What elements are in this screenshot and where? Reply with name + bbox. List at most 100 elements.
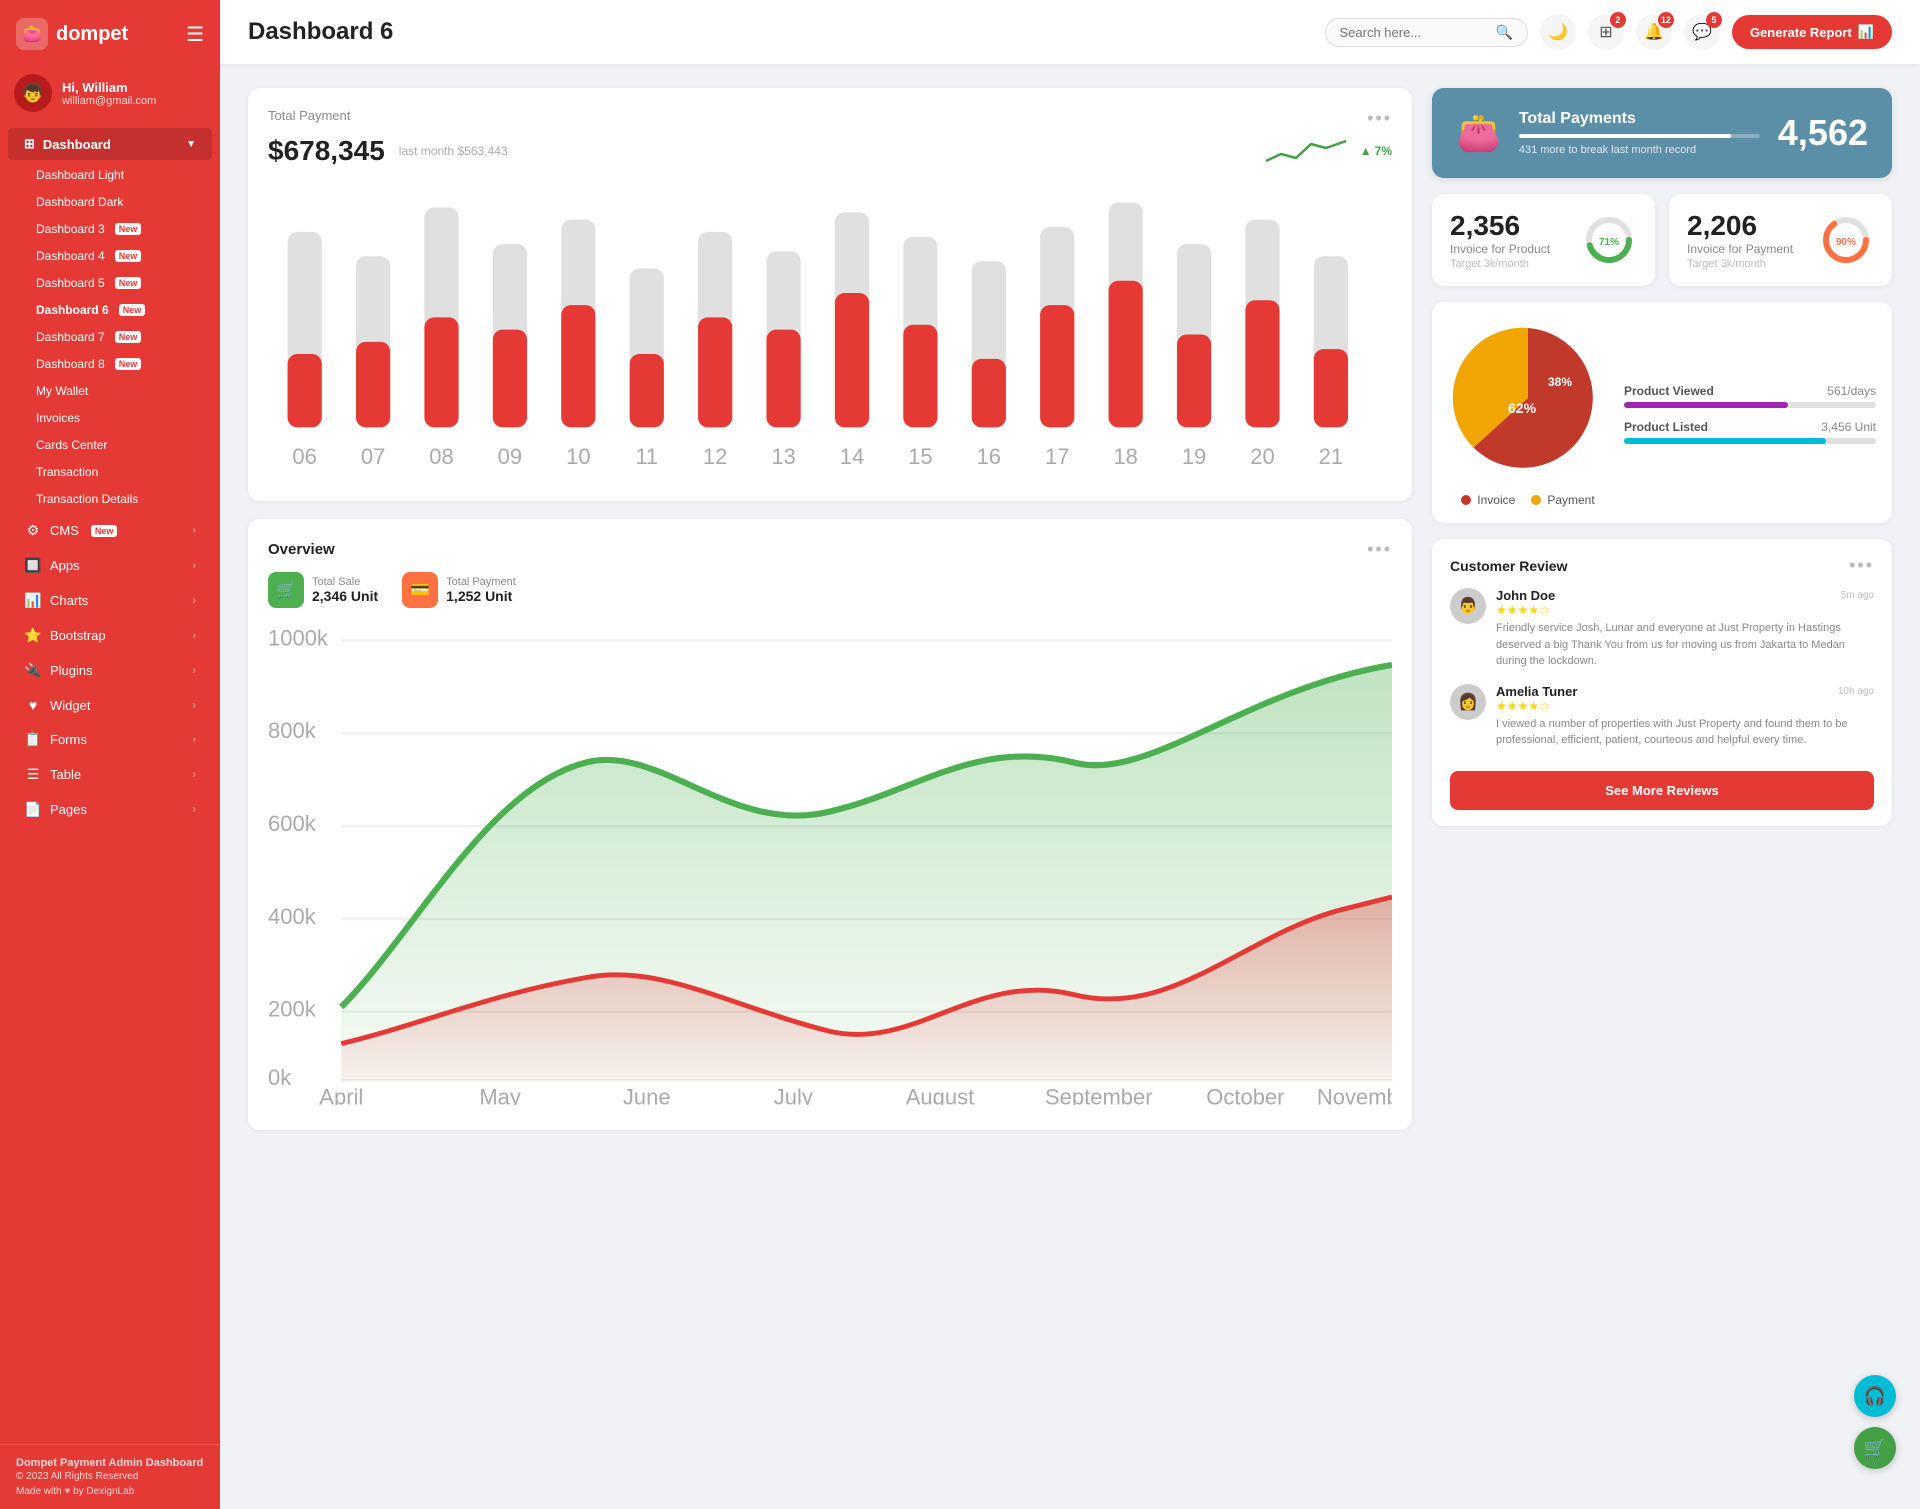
sidebar-item-table[interactable]: ☰ Table ›: [8, 758, 212, 791]
sidebar-item-dashboard-6[interactable]: Dashboard 6 New: [8, 297, 212, 323]
overview-header: Overview •••: [268, 539, 1392, 560]
avatar: 👦: [14, 74, 52, 112]
see-more-reviews-button[interactable]: See More Reviews: [1450, 771, 1874, 810]
trend-badge: ▲ 7%: [1360, 144, 1392, 158]
more-options-button[interactable]: •••: [1367, 108, 1392, 129]
sidebar-item-apps[interactable]: 🔲 Apps ›: [8, 549, 212, 582]
support-fab-button[interactable]: 🎧: [1854, 1375, 1896, 1417]
invoice-payment-donut: 90%: [1818, 212, 1874, 268]
reviewer-2-avatar: 👩: [1450, 684, 1486, 720]
pie-legend: Invoice Payment: [1448, 493, 1608, 507]
messages-badge: 5: [1706, 12, 1722, 28]
invoice-product-info: 2,356 Invoice for Product Target 3k/mont…: [1450, 210, 1550, 270]
user-info: Hi, William william@gmail.com: [62, 80, 156, 107]
pie-stats-card: 62% 38% Invoice: [1432, 302, 1892, 523]
sidebar-item-bootstrap[interactable]: ⭐ Bootstrap ›: [8, 619, 212, 652]
sidebar-item-mywallet[interactable]: My Wallet: [8, 378, 212, 404]
sidebar-item-plugins[interactable]: 🔌 Plugins ›: [8, 654, 212, 687]
heart-icon: ♥: [64, 1486, 70, 1497]
review-more-button[interactable]: •••: [1849, 555, 1874, 576]
sidebar-item-cards-center[interactable]: Cards Center: [8, 432, 212, 458]
svg-text:71%: 71%: [1599, 237, 1619, 248]
sidebar-item-cms[interactable]: ⚙ CMS New ›: [8, 514, 212, 547]
svg-text:April: April: [319, 1085, 363, 1105]
blue-card-sub: 431 more to break last month record: [1519, 144, 1760, 156]
svg-text:18: 18: [1113, 444, 1137, 469]
svg-text:October: October: [1206, 1085, 1284, 1105]
sidebar-item-transaction[interactable]: Transaction: [8, 459, 212, 485]
sidebar-item-dashboard-7[interactable]: Dashboard 7 New: [8, 324, 212, 350]
pie-chart-container: 62% 38% Invoice: [1448, 318, 1608, 507]
stat-badges: 🛒 Total Sale 2,346 Unit 💳 Total Payment …: [268, 572, 1392, 608]
cart-fab-button[interactable]: 🛒: [1854, 1427, 1896, 1469]
total-payment-card: Total Payment ••• $678,345 last month $5…: [248, 88, 1412, 501]
chevron-down-icon: ▼: [186, 139, 196, 150]
apps-button[interactable]: ⊞ 2: [1588, 14, 1624, 50]
sidebar-item-dashboard-light[interactable]: Dashboard Light: [8, 162, 212, 188]
blue-card-title: Total Payments: [1519, 110, 1760, 128]
sidebar-item-dashboard-3[interactable]: Dashboard 3 New: [8, 216, 212, 242]
svg-text:06: 06: [292, 444, 316, 469]
total-sale-icon: 🛒: [268, 572, 304, 608]
reviewer-1-stars: ★★★★☆: [1496, 603, 1874, 617]
chevron-right-icon: ›: [193, 525, 196, 536]
sidebar-item-widget[interactable]: ♥ Widget ›: [8, 689, 212, 721]
messages-button[interactable]: 💬 5: [1684, 14, 1720, 50]
search-input[interactable]: [1340, 25, 1490, 40]
generate-report-button[interactable]: Generate Report 📊: [1732, 15, 1892, 49]
bar-chart-svg: 06 07 08 09 10 11 12 13 14 15 16 17: [268, 183, 1392, 476]
theme-toggle-button[interactable]: 🌙: [1540, 14, 1576, 50]
cms-icon: ⚙: [24, 522, 42, 539]
new-badge: New: [91, 525, 118, 537]
sidebar-item-dashboard-dark[interactable]: Dashboard Dark: [8, 189, 212, 215]
svg-text:21: 21: [1319, 444, 1343, 469]
total-sale-info: Total Sale 2,346 Unit: [312, 576, 378, 604]
customer-review-card: Customer Review ••• 👨 John Doe 5m ago ★★…: [1432, 539, 1892, 826]
svg-text:17: 17: [1045, 444, 1069, 469]
search-box: 🔍: [1325, 18, 1528, 47]
product-viewed-bar-bg: [1624, 402, 1876, 408]
product-listed-label: Product Listed: [1624, 420, 1708, 434]
svg-text:July: July: [774, 1085, 813, 1105]
moon-icon: 🌙: [1548, 22, 1568, 42]
invoice-payment-card: 2,206 Invoice for Payment Target 3k/mont…: [1669, 194, 1892, 286]
sidebar-item-dashboard-5[interactable]: Dashboard 5 New: [8, 270, 212, 296]
chevron-right-icon: ›: [193, 665, 196, 676]
cart-icon: 🛒: [1864, 1438, 1886, 1459]
blue-card-progress-fill: [1519, 134, 1731, 138]
right-column: 👛 Total Payments 431 more to break last …: [1432, 88, 1892, 1130]
sidebar-item-transaction-details[interactable]: Transaction Details: [8, 486, 212, 512]
new-badge: New: [115, 223, 142, 235]
svg-text:13: 13: [771, 444, 795, 469]
forms-icon: 📋: [24, 731, 42, 748]
overview-more-button[interactable]: •••: [1367, 539, 1392, 560]
payment-legend: Payment: [1531, 493, 1594, 507]
dashboard-section[interactable]: ⊞ Dashboard ▼: [8, 128, 212, 160]
sidebar-item-charts[interactable]: 📊 Charts ›: [8, 584, 212, 617]
svg-text:11: 11: [635, 444, 658, 469]
sidebar-item-dashboard-4[interactable]: Dashboard 4 New: [8, 243, 212, 269]
sidebar-item-forms[interactable]: 📋 Forms ›: [8, 723, 212, 756]
sidebar-logo: 👛 dompet: [16, 18, 128, 50]
svg-text:16: 16: [977, 444, 1001, 469]
left-column: Total Payment ••• $678,345 last month $5…: [248, 88, 1412, 1130]
reviewer-2-name: Amelia Tuner: [1496, 684, 1577, 699]
apps-icon: 🔲: [24, 557, 42, 574]
new-badge: New: [119, 304, 146, 316]
svg-text:10: 10: [566, 444, 590, 469]
sidebar-item-pages[interactable]: 📄 Pages ›: [8, 793, 212, 826]
invoice-legend-label: Invoice: [1477, 493, 1515, 507]
hamburger-button[interactable]: ☰: [186, 22, 204, 47]
pages-icon: 📄: [24, 801, 42, 818]
product-viewed-stat: Product Viewed 561/days: [1624, 384, 1876, 408]
svg-text:November: November: [1317, 1085, 1392, 1105]
sidebar-item-invoices[interactable]: Invoices: [8, 405, 212, 431]
svg-text:200k: 200k: [268, 997, 317, 1022]
sidebar: 👛 dompet ☰ 👦 Hi, William william@gmail.c…: [0, 0, 220, 1509]
svg-text:12: 12: [703, 444, 727, 469]
sparkline-chart: [1266, 136, 1346, 166]
sidebar-item-dashboard-8[interactable]: Dashboard 8 New: [8, 351, 212, 377]
overview-card: Overview ••• 🛒 Total Sale 2,346 Unit: [248, 519, 1412, 1130]
notifications-button[interactable]: 🔔 12: [1636, 14, 1672, 50]
search-icon: 🔍: [1496, 24, 1513, 41]
